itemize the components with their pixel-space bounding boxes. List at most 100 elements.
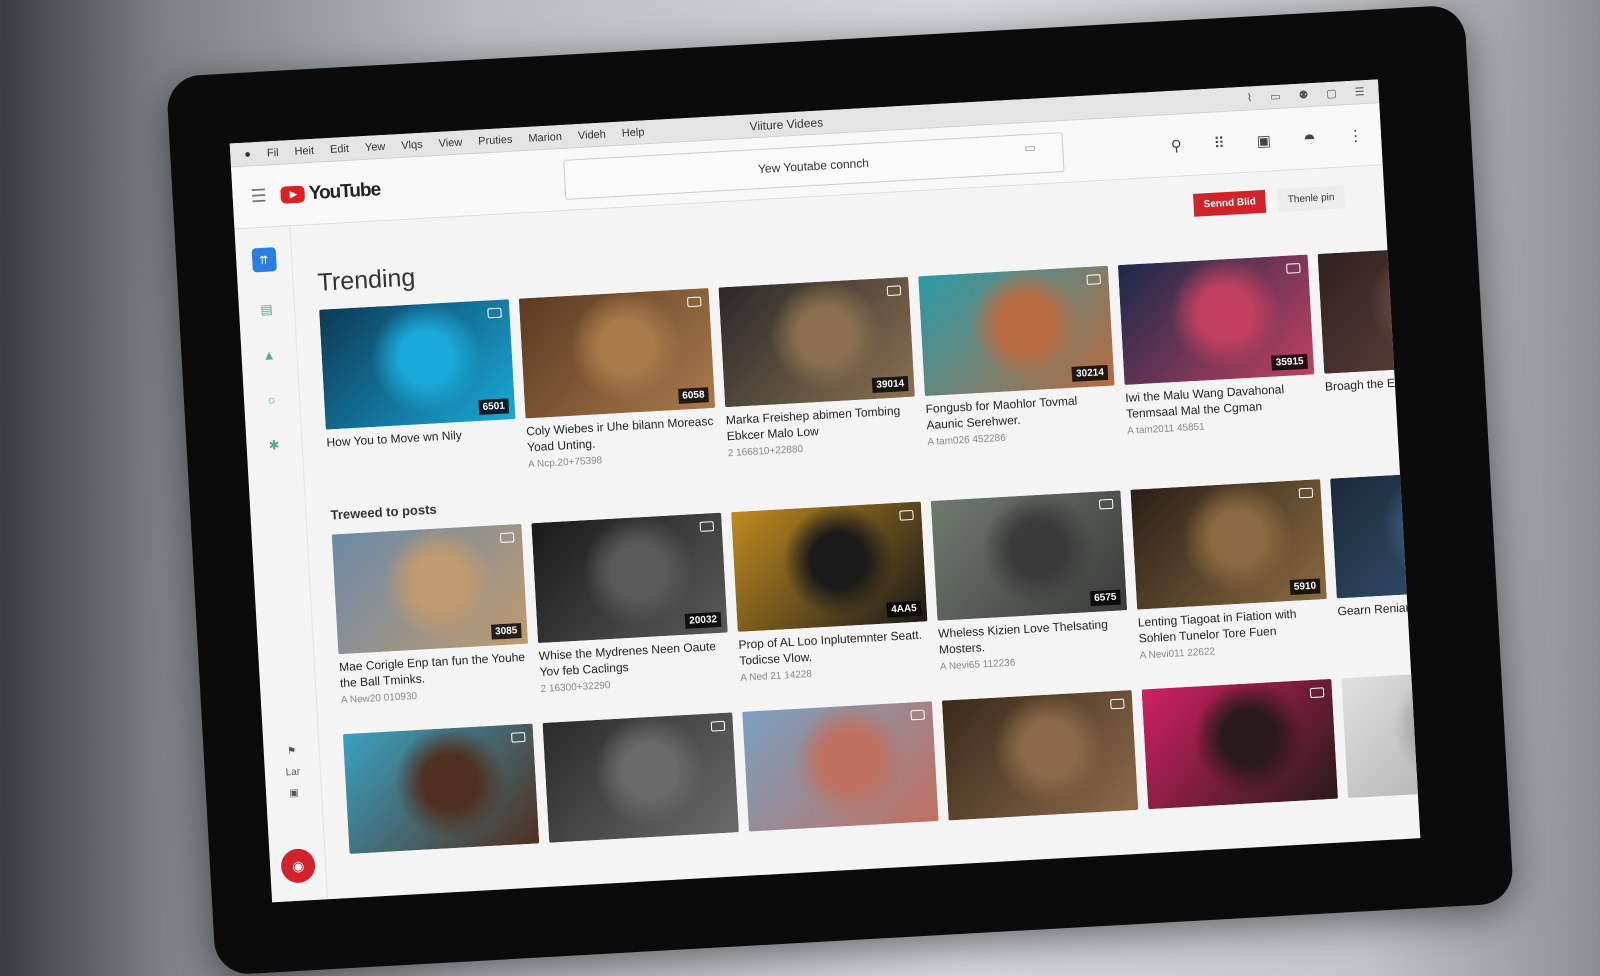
miniplayer-icon[interactable] <box>499 532 515 544</box>
miniplayer-icon[interactable] <box>511 732 526 744</box>
menu-item[interactable]: Pruties <box>478 133 513 147</box>
miniplayer-icon[interactable] <box>710 721 726 732</box>
video-card[interactable] <box>1141 679 1339 810</box>
video-title[interactable]: Mae Corigle Enp tan fun the Youhe the Ba… <box>339 650 530 692</box>
more-icon[interactable]: ⋮ <box>1348 126 1364 145</box>
library-icon[interactable]: ▲ <box>262 347 276 363</box>
video-title[interactable]: Prop of AL Loo Inplutemnter Seatt. Todic… <box>738 628 929 670</box>
video-thumbnail[interactable]: 6501 <box>319 299 516 430</box>
apps-icon[interactable]: ⠿ <box>1213 133 1225 152</box>
video-thumbnail[interactable]: 20032 <box>531 512 728 644</box>
video-card[interactable]: 35915 Iwi the Malu Wang Davahonal Tenmsa… <box>1117 254 1317 437</box>
image-icon[interactable]: ▣ <box>289 788 299 800</box>
video-card[interactable]: 4AA5 Prop of AL Loo Inplutemnter Seatt. … <box>731 501 930 684</box>
video-card[interactable]: Broagh the Elig <box>1317 243 1421 426</box>
account-icon[interactable]: ◓ <box>1302 124 1317 151</box>
video-card[interactable]: 6575 Wheless Kizien Love Thelsating Most… <box>930 490 1130 673</box>
cast-icon[interactable]: ▣ <box>1256 131 1271 150</box>
video-card[interactable]: 6501 How You to Move wn Nily <box>319 299 518 482</box>
video-card[interactable]: 39014 Marka Freishep abimen Tombing Ebkc… <box>718 276 918 459</box>
video-thumbnail[interactable] <box>1330 468 1421 599</box>
video-thumbnail[interactable]: 39014 <box>718 276 915 408</box>
menu-item[interactable]: Vlqs <box>401 138 423 151</box>
user-icon[interactable]: ⚉ <box>1298 88 1309 102</box>
history-icon[interactable]: ○ <box>267 392 276 407</box>
apple-icon[interactable]: ● <box>244 148 251 160</box>
miniplayer-icon[interactable] <box>1086 274 1101 285</box>
video-thumbnail[interactable] <box>941 690 1139 821</box>
video-card[interactable] <box>941 690 1139 821</box>
record-button[interactable]: ◉ <box>280 847 317 884</box>
menu-item[interactable]: Yew <box>365 140 386 153</box>
search-icon[interactable]: ⚲ <box>1170 136 1182 155</box>
video-title[interactable]: Fongusb for Maohlor Tovmal Aaunic Serehw… <box>925 391 1116 433</box>
video-title[interactable]: Broagh the Elig <box>1325 369 1421 395</box>
miniplayer-icon[interactable] <box>886 285 902 297</box>
video-thumbnail[interactable]: 4AA5 <box>731 501 928 633</box>
video-thumbnail[interactable]: 6575 <box>930 490 1128 621</box>
window-title: Viiture Videes <box>749 114 824 133</box>
video-card[interactable] <box>542 712 739 844</box>
video-card[interactable]: Gearn Reniar <box>1330 468 1421 651</box>
secondary-button[interactable]: Thenle pin <box>1277 185 1346 213</box>
menu-item[interactable]: Help <box>621 126 644 139</box>
miniplayer-icon[interactable] <box>1110 698 1125 710</box>
flag-icon[interactable]: ⚑ <box>287 746 297 757</box>
logo[interactable]: ▶ YouTube <box>280 179 381 207</box>
video-title[interactable]: Iwi the Malu Wang Davahonal Tenmsaal Mal… <box>1125 380 1316 422</box>
video-card[interactable] <box>742 701 939 832</box>
miniplayer-icon[interactable] <box>1286 262 1301 274</box>
menu-icon[interactable]: ☰ <box>250 186 267 208</box>
video-title[interactable]: Marka Freishep abimen Tombing Ebkcer Mal… <box>726 403 917 445</box>
miniplayer-icon[interactable] <box>1298 487 1314 499</box>
video-thumbnail[interactable] <box>542 712 739 844</box>
video-card[interactable] <box>1341 668 1421 799</box>
video-thumbnail[interactable]: 35915 <box>1117 254 1315 385</box>
menu-item[interactable]: Heit <box>294 144 314 157</box>
miniplayer-icon[interactable] <box>699 521 715 533</box>
subscriptions-icon[interactable]: ▤ <box>260 301 273 318</box>
home-icon[interactable]: ⇈ <box>251 247 277 273</box>
menu-item[interactable]: View <box>438 136 462 149</box>
miniplayer-icon[interactable] <box>1309 687 1325 699</box>
video-thumbnail[interactable] <box>742 701 939 832</box>
video-thumbnail[interactable]: 6058 <box>518 288 716 419</box>
miniplayer-icon[interactable] <box>487 307 502 319</box>
miniplayer-icon[interactable] <box>1098 498 1114 510</box>
video-title[interactable]: Gearn Reniar <box>1337 594 1420 620</box>
video-thumbnail[interactable]: 5910 <box>1130 479 1327 610</box>
duration-badge: 20032 <box>684 612 722 630</box>
list-icon[interactable]: ☰ <box>1354 85 1365 99</box>
battery-icon[interactable]: ▭ <box>1270 90 1281 104</box>
video-thumbnail[interactable]: 3085 <box>331 524 529 655</box>
miniplayer-icon[interactable] <box>687 296 702 308</box>
video-title[interactable]: How You to Move wn Nily <box>326 425 517 451</box>
miniplayer-icon[interactable] <box>899 510 914 521</box>
video-card[interactable] <box>342 723 540 855</box>
video-title[interactable]: Whise the Mydrenes Neen Oaute Yov feb Ca… <box>538 639 729 681</box>
menu-item[interactable]: Marion <box>528 130 562 144</box>
video-thumbnail[interactable]: 30214 <box>918 265 1115 397</box>
video-title[interactable]: Wheless Kizien Love Thelsating Mosters. <box>938 616 1129 658</box>
chat-icon[interactable]: ▭ <box>1024 140 1036 155</box>
menu-item[interactable]: Videh <box>578 128 607 142</box>
document-icon[interactable]: ▢ <box>1326 87 1337 101</box>
video-thumbnail[interactable] <box>1317 243 1421 374</box>
video-thumbnail[interactable] <box>1341 668 1421 799</box>
video-card[interactable]: 3085 Mae Corigle Enp tan fun the Youhe t… <box>331 524 531 707</box>
wifi-icon[interactable]: ⌇ <box>1246 91 1253 104</box>
duration-badge: 3085 <box>490 623 522 640</box>
video-title[interactable]: Lenting Tiagoat in Fiation with Sohlen T… <box>1137 605 1328 647</box>
video-card[interactable]: 20032 Whise the Mydrenes Neen Oaute Yov … <box>531 512 730 695</box>
video-thumbnail[interactable] <box>342 723 540 855</box>
video-thumbnail[interactable] <box>1141 679 1339 810</box>
primary-button[interactable]: Sennd Blid <box>1193 189 1267 217</box>
settings-icon[interactable]: ✱ <box>268 437 280 454</box>
video-title[interactable]: Coly Wiebes ir Uhe bilann Moreasc Yoad U… <box>526 414 717 456</box>
video-card[interactable]: 30214 Fongusb for Maohlor Tovmal Aaunic … <box>918 265 1117 448</box>
video-card[interactable]: 6058 Coly Wiebes ir Uhe bilann Moreasc Y… <box>518 288 718 471</box>
menu-item[interactable]: Edit <box>330 142 350 155</box>
miniplayer-icon[interactable] <box>910 710 925 721</box>
video-card[interactable]: 5910 Lenting Tiagoat in Fiation with Soh… <box>1130 479 1329 662</box>
menu-item[interactable]: Fil <box>267 146 279 159</box>
